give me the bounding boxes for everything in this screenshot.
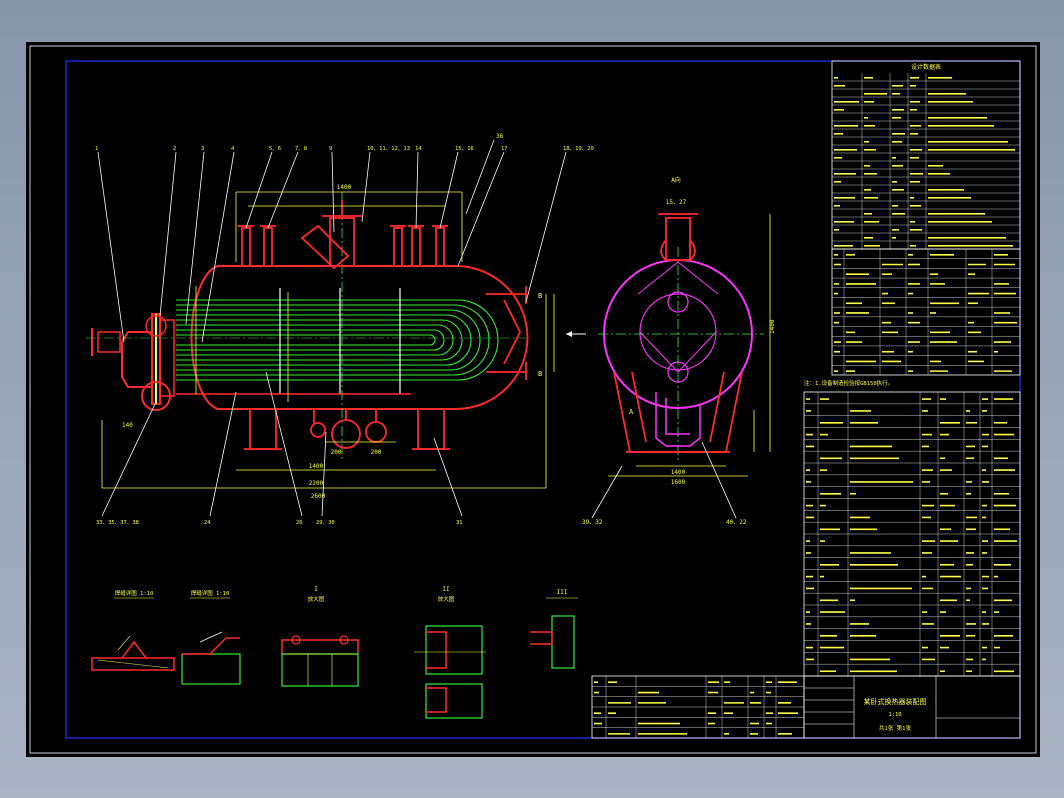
dim-overall-top: 1400 <box>337 184 352 191</box>
drawing-sheet-no: 共1张 第1张 <box>879 724 911 732</box>
side-callout-1: 39、32 <box>582 519 603 526</box>
detail-5: III <box>530 589 578 669</box>
leader-line <box>209 391 237 517</box>
leader-line <box>439 151 459 229</box>
drawing-scale: 1:10 <box>888 712 901 718</box>
callout-label: 26 <box>296 520 303 526</box>
leader-line <box>159 151 177 317</box>
channel-head <box>121 331 152 388</box>
callout-label: 31 <box>456 520 463 526</box>
callout-label: 17 <box>501 146 508 152</box>
u-tube <box>176 309 481 371</box>
tech-table: 设计数据表 <box>831 60 1021 250</box>
leader-line <box>361 151 371 223</box>
saddle-supports <box>244 408 450 450</box>
side-callout-2: 40、22 <box>726 519 747 526</box>
callout-label: 14 <box>415 146 422 152</box>
svg-text:焊缝详图 1:10: 焊缝详图 1:10 <box>191 589 230 597</box>
callout-labels-top: 1 2 3 4 5、6 7、8 9 10、11、12、13 14 15、16 17 18、19、20 <box>95 146 594 152</box>
inner-border <box>65 60 1021 739</box>
callout-label: 29、30 <box>316 520 335 526</box>
callout-leaders-top <box>97 151 567 343</box>
drawing-title: 某卧式换热器装配图 <box>864 697 927 706</box>
u-tube <box>176 299 499 381</box>
view-arrow-head <box>566 331 572 337</box>
callout-label: 10、11、12、13 <box>367 146 410 152</box>
dim-support-spacing: 1400 <box>309 463 324 470</box>
callout-label: 33、35、37、38 <box>96 520 139 526</box>
side-dim-width: 1400 <box>671 469 686 476</box>
side-leader-1 <box>591 465 623 519</box>
view-label-b: B <box>538 292 542 300</box>
callout-label: 15、16 <box>455 146 474 152</box>
side-dimensions <box>608 214 771 477</box>
right-nozzles <box>486 286 527 380</box>
cad-viewport[interactable]: 1400 2200 1400 200 200 140 2600 1 2 3 4 5、6 7… <box>0 0 1064 798</box>
front-flange <box>159 319 175 397</box>
leader-line <box>201 151 235 343</box>
svg-text:焊缝详图 1:10: 焊缝详图 1:10 <box>115 589 154 597</box>
leader-line <box>415 151 419 229</box>
u-tube <box>176 319 463 361</box>
leader-line <box>97 151 125 343</box>
detail-views: 焊缝详图 1:10 焊缝详图 1:10 I 放大图 II 放大图 III <box>91 586 578 719</box>
callout-label: 2 <box>173 146 176 152</box>
leader-line <box>457 151 505 267</box>
svg-text:放大图: 放大图 <box>308 595 325 603</box>
outer-border <box>29 45 1037 754</box>
callout-labels-bottom: 33、35、37、38 24 26 29、30 31 <box>96 520 463 526</box>
detail-2: 焊缝详图 1:10 <box>181 589 241 685</box>
callout-label: 3 <box>201 146 204 152</box>
detail-3: I 放大图 <box>281 586 359 687</box>
leader-line <box>101 401 157 517</box>
tech-table-title: 设计数据表 <box>911 63 941 71</box>
leader-line <box>267 151 299 229</box>
callout-label: 24 <box>204 520 211 526</box>
title-block: 某卧式换热器装配图 1:10 共1张 第1张 <box>803 675 1021 739</box>
bom-table <box>803 391 1021 677</box>
callout-label: 18、19、20 <box>563 146 594 152</box>
callout-top-36: 36 <box>496 133 504 140</box>
svg-text:II: II <box>442 586 450 593</box>
side-dim-base: 1600 <box>671 479 686 486</box>
dim-nozzle-pitch-1: 200 <box>331 449 342 456</box>
detail-4: II 放大图 <box>414 586 486 719</box>
side-view-title: A向 <box>671 176 681 184</box>
u-tube <box>176 334 436 346</box>
leader-line <box>321 431 327 517</box>
callout-label: 5、6 <box>269 146 281 152</box>
callout-label: 4 <box>231 146 235 152</box>
callout-label: 1 <box>95 146 98 152</box>
u-tube <box>176 314 472 366</box>
dim-nozzle-pitch-2: 200 <box>371 449 382 456</box>
inlet-nozzle <box>97 331 121 353</box>
drawing-sheet: 1400 2200 1400 200 200 140 2600 1 2 3 4 5、6 7… <box>26 42 1040 757</box>
vessel-shell <box>190 265 529 410</box>
svg-text:放大图: 放大图 <box>438 595 455 603</box>
svg-text:I: I <box>314 586 318 593</box>
side-view: A向 15、27 1400 1600 1400 A 39、32 40、22 <box>566 176 776 526</box>
view-label-a: A <box>629 408 634 416</box>
tube-bundle <box>176 299 499 381</box>
parts-table <box>831 248 1021 376</box>
drawing-canvas: 1400 2200 1400 200 200 140 2600 1 2 3 4 5、6 7… <box>29 45 1037 754</box>
callout-label: 7、8 <box>295 146 307 152</box>
leader-line <box>185 151 205 325</box>
side-nozzle-label: 15、27 <box>666 199 687 206</box>
callout-label: 9 <box>329 146 332 152</box>
lower-bom-table <box>591 675 805 739</box>
detail-1: 焊缝详图 1:10 <box>91 589 175 671</box>
svg-text:III: III <box>557 589 568 596</box>
dim-left-offset: 140 <box>122 422 133 429</box>
leader-line <box>245 151 273 229</box>
dim-shell-length: 2200 <box>309 480 324 487</box>
side-dim-height: 1400 <box>769 319 776 334</box>
u-tube <box>176 329 445 351</box>
main-view: 1400 2200 1400 200 200 140 2600 1 2 3 4 5、6 7… <box>86 133 594 526</box>
side-leader-2 <box>701 441 737 519</box>
leader-line <box>525 151 567 303</box>
tech-notes: 注：1.设备制造检验按GB150执行。 <box>804 379 893 387</box>
view-label-b2: B <box>538 370 542 378</box>
